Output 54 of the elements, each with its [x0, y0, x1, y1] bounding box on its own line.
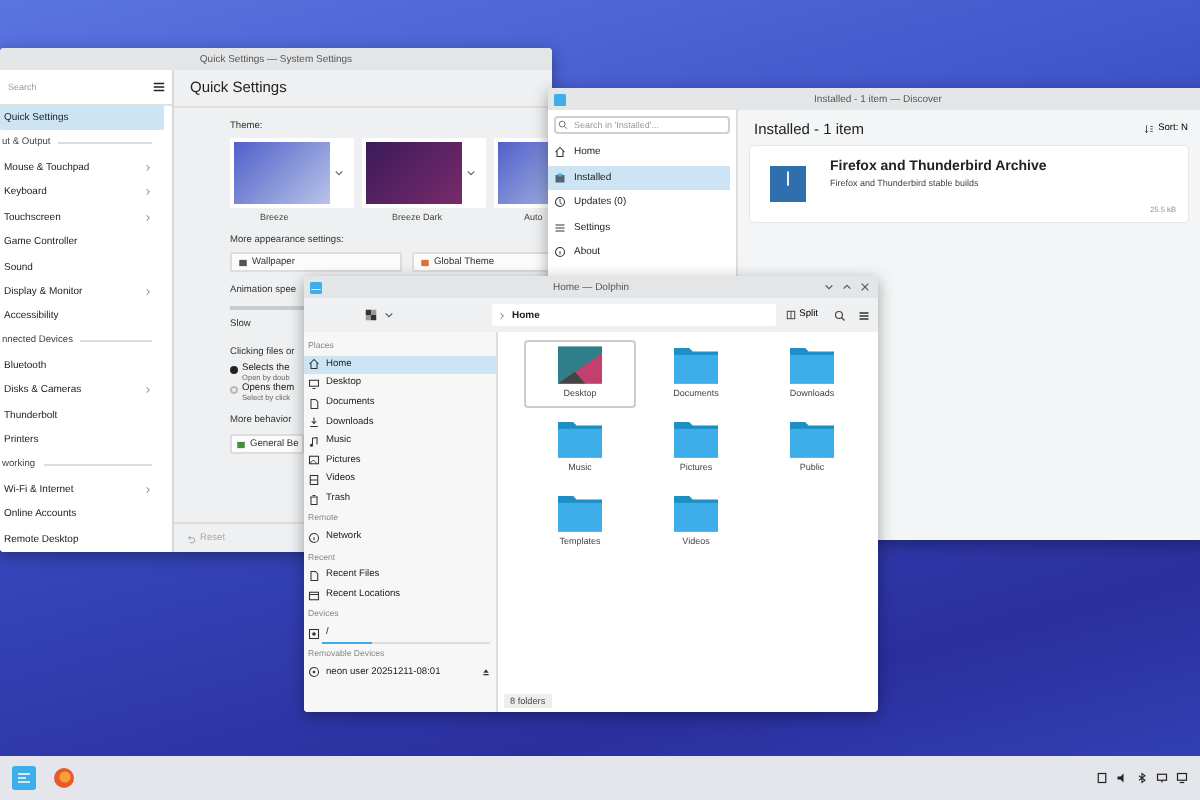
clipboard-icon[interactable] — [1096, 772, 1108, 784]
document-icon — [308, 569, 320, 582]
speaker-icon[interactable] — [1116, 772, 1128, 784]
box-icon — [554, 171, 566, 184]
app-icon — [554, 93, 566, 105]
caret-icon[interactable] — [384, 310, 394, 320]
download-icon — [308, 416, 320, 429]
caret-icon[interactable] — [334, 168, 344, 178]
film-icon — [308, 473, 320, 486]
chevron-icon — [144, 386, 152, 395]
folder-icon — [790, 346, 834, 384]
info-icon — [554, 246, 566, 259]
app-icon — [310, 281, 322, 293]
folder-icon — [558, 420, 602, 458]
minimize-icon[interactable] — [824, 282, 834, 292]
theme-preview — [366, 142, 462, 204]
folder-icon — [558, 494, 602, 532]
radio-button[interactable] — [230, 385, 238, 393]
disc-icon — [308, 666, 320, 679]
picture-icon — [308, 454, 320, 467]
chevron-icon — [144, 188, 152, 197]
drive-icon — [308, 627, 320, 640]
menu-icon[interactable] — [152, 80, 166, 94]
folder-icon — [674, 346, 718, 384]
view-mode-icon[interactable] — [364, 308, 378, 322]
radio-button[interactable] — [230, 365, 238, 373]
undo-icon — [186, 533, 196, 543]
close-icon[interactable] — [860, 282, 870, 292]
chevron-icon — [144, 213, 152, 222]
folder-icon — [790, 420, 834, 458]
folder-icon — [674, 420, 718, 458]
search-icon[interactable] — [834, 309, 846, 321]
document-icon — [308, 397, 320, 410]
app-icon — [770, 166, 806, 202]
folder-icon — [674, 494, 718, 532]
theme-preview — [234, 142, 330, 204]
chevron-icon — [144, 486, 152, 495]
bluetooth-icon[interactable] — [1136, 772, 1148, 784]
home-icon — [308, 358, 320, 371]
theme-option[interactable] — [362, 138, 486, 208]
chevron-icon — [144, 163, 152, 172]
trash-icon — [308, 493, 320, 506]
chevron-icon — [498, 311, 506, 319]
maximize-icon[interactable] — [842, 282, 852, 292]
caret-icon[interactable] — [466, 168, 476, 178]
home-icon — [554, 146, 566, 159]
browser-icon[interactable] — [52, 766, 76, 790]
split-view-icon — [785, 310, 796, 320]
music-note-icon — [308, 435, 320, 448]
eject-icon[interactable] — [482, 668, 490, 677]
sort-icon — [1144, 123, 1155, 133]
search-icon — [558, 120, 568, 130]
chevron-icon — [144, 287, 152, 296]
wallpaper-thumbnail-icon — [558, 346, 602, 384]
